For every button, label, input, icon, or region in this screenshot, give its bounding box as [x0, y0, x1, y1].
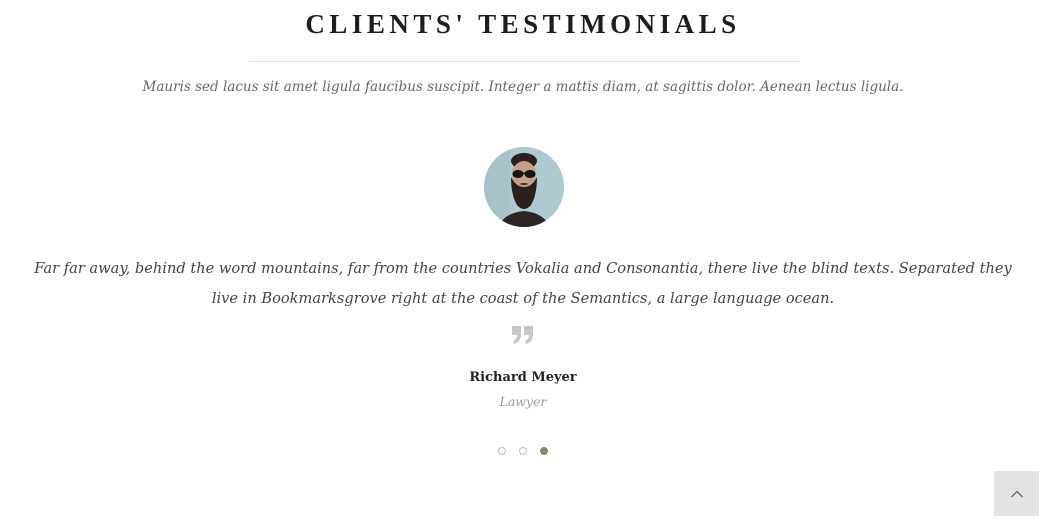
title-divider [249, 61, 799, 62]
carousel-dot-3[interactable] [540, 447, 548, 455]
carousel-dot-2[interactable] [519, 447, 527, 455]
section-title: CLIENTS' TESTIMONIALS [305, 9, 741, 39]
bearded-man-avatar-icon [484, 147, 564, 227]
section-subtitle: Mauris sed lacus sit amet ligula faucibu… [142, 79, 904, 95]
carousel-pagination [497, 446, 551, 458]
avatar [484, 147, 564, 227]
testimonial-quote: Far far away, behind the word mountains,… [34, 260, 1012, 307]
author-name: Richard Meyer [469, 370, 577, 385]
chevron-up-icon [1010, 490, 1023, 497]
quote-icon [507, 325, 539, 355]
back-to-top-button[interactable] [994, 471, 1039, 516]
carousel-dot-1[interactable] [498, 447, 506, 455]
author-role: Lawyer [499, 394, 547, 409]
testimonials-section: CLIENTS' TESTIMONIALS Mauris sed lacus s… [0, 0, 1046, 532]
